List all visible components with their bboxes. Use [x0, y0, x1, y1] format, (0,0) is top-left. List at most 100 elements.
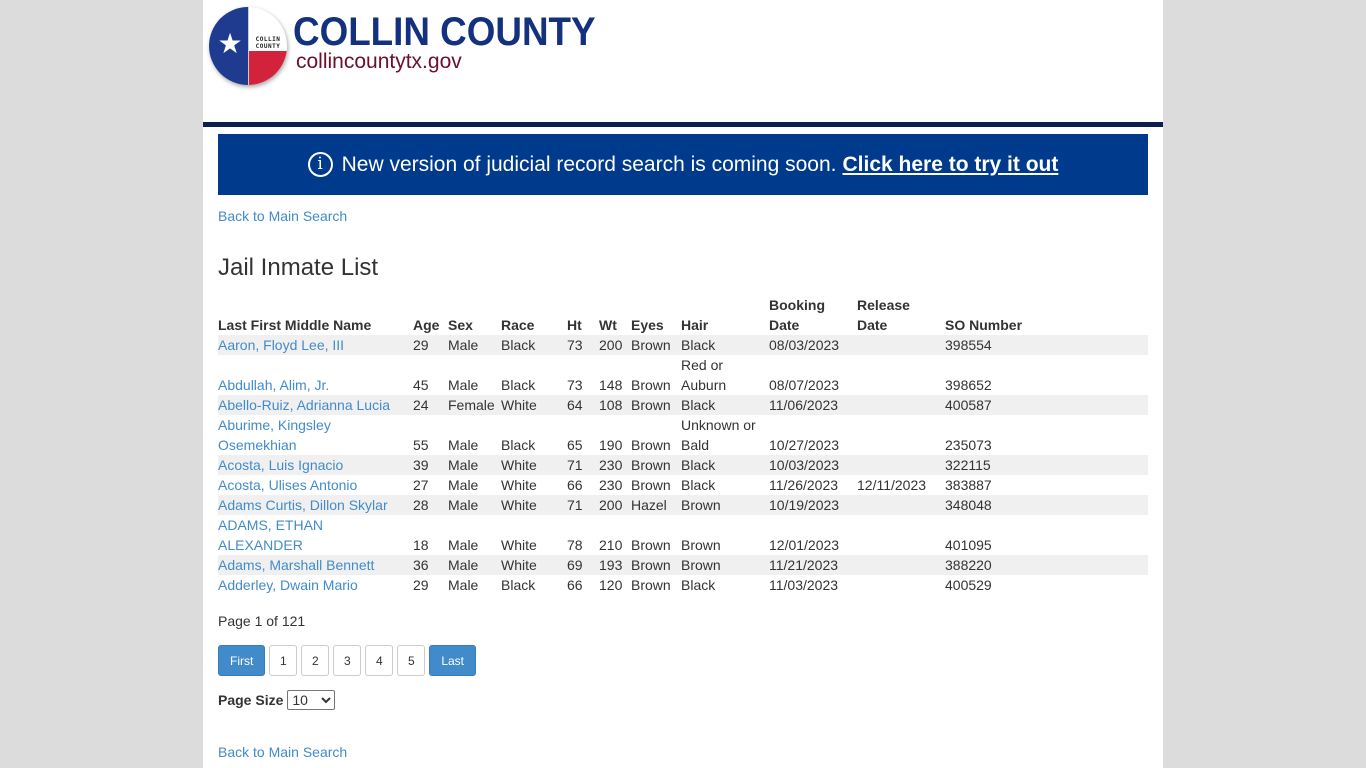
- cell-booking-date: 11/06/2023: [769, 397, 839, 413]
- cell-so-number: 398652: [945, 377, 992, 393]
- cell-age: 39: [413, 457, 429, 473]
- cell-eyes: Hazel: [631, 497, 667, 513]
- cell-name: Adderley, Dwain Mario: [218, 575, 413, 595]
- try-new-search-link[interactable]: Click here to try it out: [843, 153, 1059, 177]
- column-header-label: Age: [413, 317, 440, 333]
- cell-weight: 210: [599, 537, 623, 553]
- cell-name: Adams Curtis, Dillon Skylar: [218, 495, 413, 515]
- inmate-name-link[interactable]: Aburime, Kingsley Osemekhian: [218, 417, 331, 453]
- column-header-hair[interactable]: Hair: [681, 295, 769, 335]
- column-header-so-number[interactable]: SO Number: [945, 295, 1148, 335]
- cell-weight: 230: [599, 457, 623, 473]
- cell-height: 64: [567, 397, 583, 413]
- cell-age: 55: [413, 437, 429, 453]
- page-size-select[interactable]: 10: [287, 690, 336, 710]
- back-to-main-search-link-bottom[interactable]: Back to Main Search: [218, 744, 1148, 760]
- cell-hair: Brown: [681, 557, 721, 573]
- cell-hair: Brown: [681, 497, 721, 513]
- table-row: Acosta, Ulises Antonio 27 Male White 66 230 Br…: [218, 475, 1148, 495]
- column-header-weight[interactable]: Wt: [599, 295, 631, 335]
- cell-weight: 230: [599, 477, 623, 493]
- cell-sex: Male: [448, 497, 479, 513]
- cell-hair: Unknown or Bald: [681, 417, 756, 453]
- page-button-4[interactable]: 4: [365, 645, 394, 676]
- last-page-button[interactable]: Last: [429, 645, 477, 676]
- page-button-5[interactable]: 5: [397, 645, 426, 676]
- inmate-name-link[interactable]: Adderley, Dwain Mario: [218, 577, 358, 593]
- inmate-name-link[interactable]: Acosta, Ulises Antonio: [218, 477, 357, 493]
- column-header-age[interactable]: Age: [413, 295, 448, 335]
- cell-so-number: 401095: [945, 537, 992, 553]
- column-header-name[interactable]: Last First Middle Name: [218, 295, 413, 335]
- first-page-button[interactable]: First: [218, 645, 266, 676]
- cell-so-number: 322115: [945, 457, 991, 473]
- cell-sex: Male: [448, 557, 479, 573]
- column-header-label-line2: Date: [769, 317, 800, 333]
- column-header-eyes[interactable]: Eyes: [631, 295, 681, 335]
- cell-eyes: Brown: [631, 337, 671, 353]
- cell-so-number: 388220: [945, 557, 992, 573]
- pagination: First 1 2 3 4 5 Last: [218, 645, 1148, 676]
- back-to-main-search-link[interactable]: Back to Main Search: [218, 208, 1148, 224]
- column-header-label-line1: Release: [857, 297, 910, 313]
- page-size-control: Page Size 10: [218, 690, 1148, 710]
- cell-sex: Female: [448, 397, 495, 413]
- cell-eyes: Brown: [631, 397, 671, 413]
- cell-booking-date: 10/19/2023: [769, 497, 840, 513]
- seal-text-line2: COUNTY: [255, 43, 281, 50]
- page-button-2[interactable]: 2: [301, 645, 330, 676]
- county-seal-logo[interactable]: ★ COLLIN COUNTY: [209, 7, 287, 85]
- inmate-table-body: Aaron, Floyd Lee, III 29 Male Black 73 200 Bro…: [218, 335, 1148, 595]
- page-button-1[interactable]: 1: [269, 645, 298, 676]
- page-title: Jail Inmate List: [218, 254, 379, 281]
- inmate-name-link[interactable]: Acosta, Luis Ignacio: [218, 457, 343, 473]
- cell-so-number: 398554: [945, 337, 992, 353]
- table-header-row: Last First Middle Name Age Sex Race Ht W…: [218, 295, 1148, 335]
- cell-eyes: Brown: [631, 377, 671, 393]
- cell-booking-date: 11/03/2023: [769, 577, 839, 593]
- table-row: Abdullah, Alim, Jr. 45 Male Black 73 148 Brown…: [218, 355, 1148, 395]
- cell-release-date: [857, 515, 945, 555]
- site-header: ★ COLLIN COUNTY COLLIN COUNTY collincoun…: [203, 0, 1163, 127]
- cell-race: White: [501, 397, 537, 413]
- cell-name: Abello-Ruiz, Adrianna Lucia: [218, 395, 413, 415]
- cell-age: 24: [413, 397, 429, 413]
- column-header-label: Last First Middle Name: [218, 317, 372, 333]
- cell-height: 71: [567, 497, 583, 513]
- column-header-booking-date[interactable]: Booking Date: [769, 295, 857, 335]
- cell-release-date: [857, 455, 945, 475]
- table-row: Adams, Marshall Bennett 36 Male White 69 193 B…: [218, 555, 1148, 575]
- table-row: Abello-Ruiz, Adrianna Lucia 24 Female White…: [218, 395, 1148, 415]
- cell-race: White: [501, 557, 537, 573]
- column-header-height[interactable]: Ht: [567, 295, 599, 335]
- cell-eyes: Brown: [631, 457, 671, 473]
- page-button-3[interactable]: 3: [333, 645, 362, 676]
- cell-height: 71: [567, 457, 583, 473]
- main-content: i New version of judicial record search …: [203, 134, 1163, 760]
- cell-sex: Male: [448, 457, 479, 473]
- inmate-name-link[interactable]: Adams, Marshall Bennett: [218, 557, 374, 573]
- column-header-race[interactable]: Race: [501, 295, 567, 335]
- cell-height: 69: [567, 557, 583, 573]
- inmate-name-link[interactable]: Abello-Ruiz, Adrianna Lucia: [218, 397, 390, 413]
- cell-age: 28: [413, 497, 429, 513]
- cell-race: White: [501, 457, 537, 473]
- star-icon: ★: [217, 27, 243, 60]
- inmate-name-link[interactable]: ADAMS, ETHAN ALEXANDER: [218, 517, 323, 553]
- cell-height: 66: [567, 477, 583, 493]
- inmate-name-link[interactable]: Aaron, Floyd Lee, III: [218, 337, 344, 353]
- cell-hair: Brown: [681, 537, 721, 553]
- cell-sex: Male: [448, 377, 479, 393]
- cell-hair: Black: [681, 477, 716, 493]
- inmate-name-link[interactable]: Adams Curtis, Dillon Skylar: [218, 497, 388, 513]
- column-header-sex[interactable]: Sex: [448, 295, 501, 335]
- cell-age: 36: [413, 557, 429, 573]
- cell-eyes: Brown: [631, 577, 671, 593]
- column-header-release-date[interactable]: Release Date: [857, 295, 945, 335]
- cell-height: 73: [567, 377, 583, 393]
- brand-title[interactable]: COLLIN COUNTY: [293, 10, 596, 55]
- table-row: ADAMS, ETHAN ALEXANDER 18 Male White 78 210 Br…: [218, 515, 1148, 555]
- brand-url[interactable]: collincountytx.gov: [296, 50, 462, 74]
- inmate-name-link[interactable]: Abdullah, Alim, Jr.: [218, 377, 329, 393]
- cell-booking-date: 11/21/2023: [769, 557, 839, 573]
